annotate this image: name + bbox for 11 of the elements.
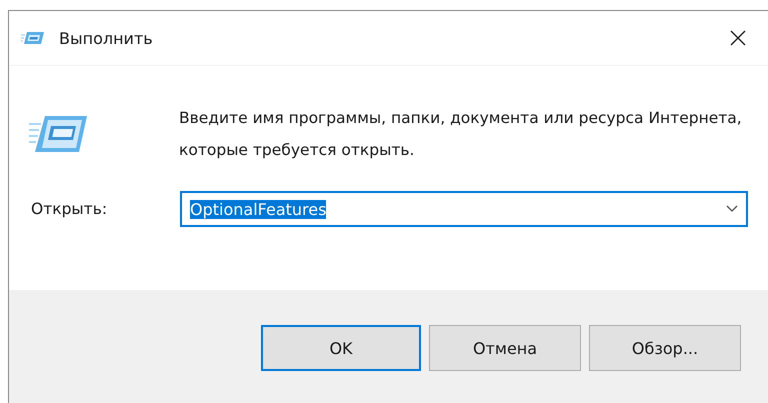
open-label: Открыть:	[30, 200, 108, 218]
window-title: Выполнить	[59, 28, 154, 48]
caret-icon[interactable]	[726, 205, 738, 213]
close-icon[interactable]	[730, 30, 746, 46]
dialog-button[interactable]: Отмена	[429, 325, 581, 371]
run-icon	[21, 30, 45, 46]
instruction-text: Введите имя программы, папки, документа или ресурса Интернета, которые требуется открыть.	[179, 108, 743, 161]
dialog-button[interactable]: Обзор...	[589, 325, 741, 371]
open-combo-box[interactable]: OptionalFeatures	[180, 191, 748, 227]
dialog-button[interactable]: OK	[261, 325, 421, 371]
run-icon	[29, 114, 89, 154]
